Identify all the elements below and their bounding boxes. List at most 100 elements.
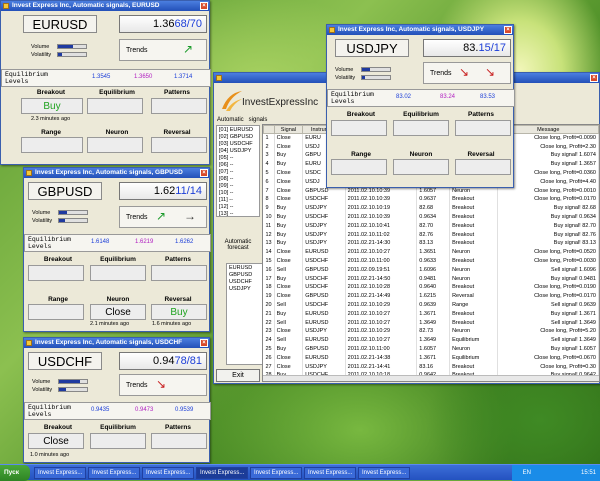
patterns-signal[interactable] <box>455 120 511 136</box>
equilibrium-box: Equilibrium Levels 83.02 83.24 83.53 <box>327 89 515 107</box>
symbol-label: USDCHF <box>28 352 102 370</box>
table-cell: 21 <box>263 309 275 319</box>
close-icon[interactable]: × <box>200 339 208 347</box>
table-cell: 16 <box>263 265 275 275</box>
table-row[interactable]: 17 Buy USDCHF 2011.02.21-14:50 0.9481 Neuron B… <box>263 274 599 284</box>
instrument-list-item[interactable]: [08] -- <box>219 176 257 183</box>
language-indicator[interactable]: EN <box>523 470 531 476</box>
close-icon[interactable]: × <box>504 26 512 34</box>
table-cell: 2011.02.21-14:49 <box>345 291 418 301</box>
taskbar-window-button[interactable]: Invest Express... <box>358 467 410 479</box>
table-cell: Close long, Profit=0.0170 <box>497 195 599 204</box>
eurusd-titlebar[interactable]: Invest Express Inc, Automatic signals, E… <box>1 1 209 11</box>
arrow-down-icon: ↘ <box>459 65 470 79</box>
gbpusd-titlebar[interactable]: Invest Express Inc, Automatic signals, G… <box>24 168 209 178</box>
instrument-list[interactable]: [01] EURUSD [02] GBPUSD [03] USDCHF [04] US… <box>216 125 260 217</box>
table-row[interactable]: 27 Close USDJPY 2011.02.21-14:41 83.16 Breako… <box>263 362 599 372</box>
table-row[interactable]: 16 Sell GBPUSD 2011.02.09.19:51 1.6096 Neuron… <box>263 265 599 275</box>
range-signal[interactable] <box>331 159 387 175</box>
table-row[interactable]: 18 Close USDCHF 2011.02.10.10:28 0.9640 Break… <box>263 283 599 292</box>
table-row[interactable]: 26 Close EURUSD 2011.02.21-14:38 1.3671 Equil… <box>263 353 599 363</box>
patterns-signal[interactable] <box>151 265 207 281</box>
instrument-list-item[interactable]: [10] -- <box>219 190 257 197</box>
table-row[interactable]: 25 Buy GBPUSD 2011.02.10.11:00 1.6057 Neuron B… <box>263 344 599 354</box>
table-cell: Sell <box>274 335 304 345</box>
taskbar-window-button[interactable]: Invest Express... <box>88 467 140 479</box>
reversal-signal[interactable] <box>151 137 207 153</box>
table-row[interactable]: 24 Sell EURUSD 2011.02.10.10:27 1.3649 Equili… <box>263 335 599 345</box>
eq-low: 1.3545 <box>92 74 111 80</box>
column-header[interactable]: Signal <box>273 125 304 134</box>
usdjpy-titlebar[interactable]: Invest Express Inc, Automatic signals, U… <box>327 25 513 35</box>
instrument-list-item[interactable]: [12] -- <box>219 204 257 211</box>
taskbar-window-button[interactable]: Invest Express... <box>304 467 356 479</box>
table-row[interactable]: 15 Close USDCHF 2011.02.10.11:00 0.9633 Break… <box>263 256 599 266</box>
close-icon[interactable]: × <box>590 74 598 82</box>
instrument-list-item[interactable]: [06] -- <box>219 162 257 169</box>
table-row[interactable]: 19 Close GBPUSD 2011.02.21-14:49 1.6215 Rever… <box>263 291 599 301</box>
range-signal[interactable] <box>28 304 84 320</box>
taskbar-window-button[interactable]: Invest Express... <box>142 467 194 479</box>
reversal-signal[interactable] <box>455 159 511 175</box>
table-row[interactable]: 21 Buy EURUSD 2011.02.10.10:27 1.3671 Breakou… <box>263 309 599 319</box>
instrument-list-item[interactable]: [07] -- <box>219 169 257 176</box>
scrollbar-horizontal[interactable] <box>263 375 599 381</box>
equilibrium-signal[interactable] <box>90 265 146 281</box>
start-button[interactable]: Пуск <box>0 465 30 481</box>
breakout-signal[interactable] <box>28 265 84 281</box>
taskbar-window-button[interactable]: Invest Express... <box>250 467 302 479</box>
taskbar-window-button[interactable]: Invest Express... <box>196 467 248 479</box>
table-cell: Range <box>449 300 499 310</box>
table-cell: Buy signal! 82.70 <box>497 221 599 231</box>
instrument-list-item[interactable]: [05] -- <box>219 155 257 162</box>
breakout-signal-buy[interactable]: Buy <box>21 98 83 114</box>
table-cell: Buy <box>274 274 304 284</box>
exit-button[interactable]: Exit <box>216 369 260 382</box>
instrument-list-item[interactable]: [03] USDCHF <box>219 141 257 148</box>
patterns-signal[interactable] <box>151 98 207 114</box>
patterns-signal[interactable] <box>151 433 207 449</box>
neuron-signal-close[interactable]: Close <box>90 304 146 320</box>
table-cell: Neuron <box>449 327 499 336</box>
taskbar-window-button[interactable]: Invest Express... <box>34 467 86 479</box>
equilibrium-signal[interactable] <box>90 433 146 449</box>
table-row[interactable]: 20 Sell USDCHF 2011.02.10.10:29 0.9639 Range S… <box>263 300 599 310</box>
close-icon[interactable]: × <box>200 169 208 177</box>
breakout-signal-close[interactable]: Close <box>28 433 84 449</box>
column-header[interactable] <box>263 125 275 134</box>
neuron-signal[interactable] <box>393 159 449 175</box>
table-cell: Buy <box>274 221 304 231</box>
table-row[interactable]: 9 Buy USDJPY 2011.02.10.10:19 82.68 Breakout B… <box>263 203 599 213</box>
usdchf-titlebar[interactable]: Invest Express Inc, Automatic signals, U… <box>24 338 209 348</box>
neuron-signal[interactable] <box>87 137 143 153</box>
table-row[interactable]: 23 Close USDJPY 2011.02.10.10:29 82.73 Neuron… <box>263 327 599 336</box>
table-row[interactable]: 13 Buy USDJPY 2011.02.21-14:30 83.13 Breakout… <box>263 239 599 248</box>
instrument-list-item[interactable]: [11] -- <box>219 197 257 204</box>
forecast-list-item[interactable]: USDJPY <box>229 286 261 293</box>
table-row[interactable]: 10 Buy USDCHF 2011.02.10.10:39 0.9634 Breakou… <box>263 212 599 222</box>
instrument-list-item[interactable]: [09] -- <box>219 183 257 190</box>
table-row[interactable]: 8 Close USDCHF 2011.02.10.10:39 0.9637 Breako… <box>263 195 599 204</box>
instrument-list-item[interactable]: [02] GBPUSD <box>219 134 257 141</box>
table-cell: Close <box>274 353 304 363</box>
table-cell: Close long, Profit=0.0030 <box>497 256 599 266</box>
instrument-list-item[interactable]: [01] EURUSD <box>219 127 257 134</box>
table-row[interactable]: 22 Sell EURUSD 2011.02.10.10:27 1.3649 Breako… <box>263 318 599 328</box>
instrument-list-item[interactable]: [04] USDJPY <box>219 148 257 155</box>
table-row[interactable]: 14 Close EURUSD 2011.02.10.10:27 1.3651 Neuro… <box>263 247 599 257</box>
forecast-list[interactable]: EURUSD GBPUSD USDCHF USDJPY <box>226 263 264 365</box>
range-signal[interactable] <box>21 137 83 153</box>
instrument-list-item[interactable]: [13] -- <box>219 211 257 216</box>
close-icon[interactable]: × <box>200 2 208 10</box>
breakout-signal[interactable] <box>331 120 387 136</box>
forecast-list-item[interactable]: GBPUSD <box>229 272 261 279</box>
table-row[interactable]: 12 Buy USDJPY 2011.02.10.11:02 82.76 Breakout… <box>263 230 599 240</box>
table-cell: Close <box>274 283 304 292</box>
equilibrium-signal[interactable] <box>393 120 449 136</box>
equilibrium-signal[interactable] <box>87 98 143 114</box>
table-row[interactable]: 11 Buy USDJPY 2011.02.10.10:41 82.70 Breakout… <box>263 221 599 231</box>
reversal-signal-buy[interactable]: Buy <box>151 304 207 320</box>
eq-high: 83.53 <box>480 94 496 100</box>
forecast-list-item[interactable]: USDCHF <box>229 279 261 286</box>
forecast-list-item[interactable]: EURUSD <box>229 265 261 272</box>
